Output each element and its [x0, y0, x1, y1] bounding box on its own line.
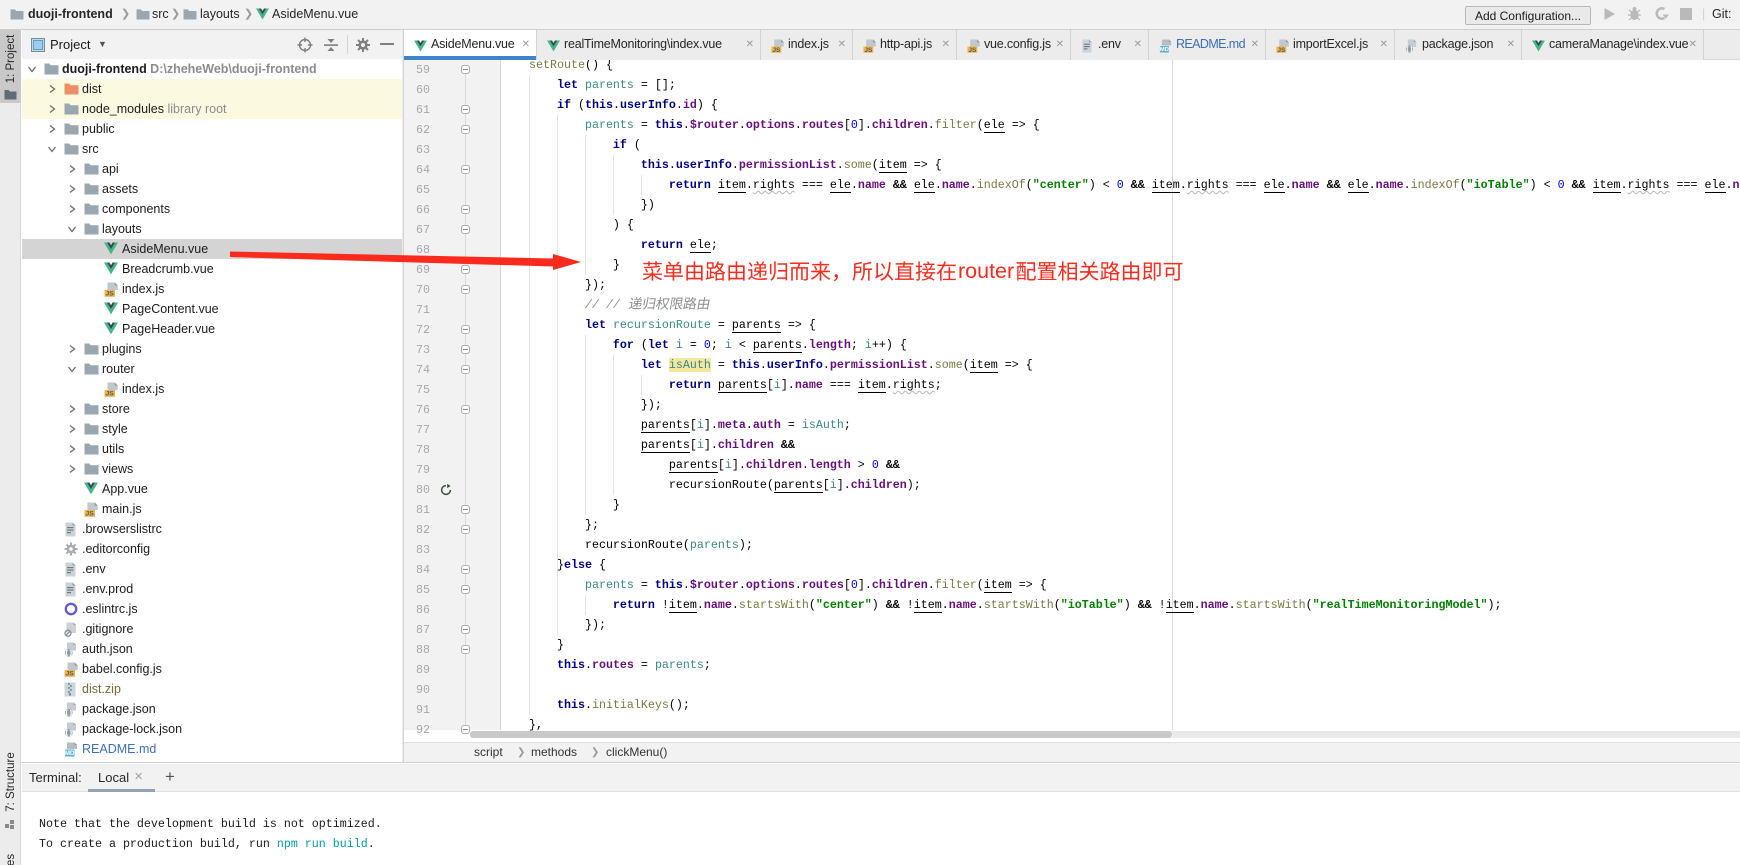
svg-text:MD: MD — [1160, 47, 1169, 53]
svg-text:JS: JS — [66, 671, 75, 677]
svg-text:JS: JS — [1277, 47, 1285, 53]
svg-text:MD: MD — [65, 750, 75, 757]
svg-text:JS: JS — [86, 511, 95, 517]
svg-text:JS: JS — [772, 47, 780, 53]
svg-text:JS: JS — [106, 391, 115, 397]
svg-text:JS: JS — [106, 291, 115, 297]
svg-text:JS: JS — [864, 47, 872, 53]
svg-text:JS: JS — [968, 47, 976, 53]
